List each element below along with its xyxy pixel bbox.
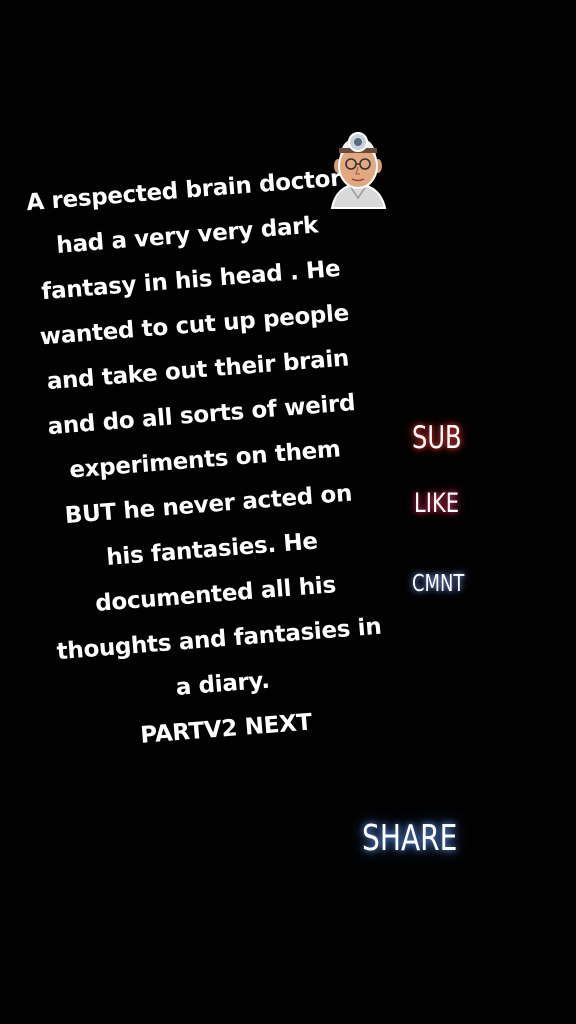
doctor-head-mirror-sticker-icon (328, 128, 388, 210)
sub-button[interactable]: SUB (412, 420, 462, 456)
story-text: A respected brain doctor had a very very… (0, 154, 422, 768)
share-button[interactable]: SHARE (362, 818, 457, 859)
like-button[interactable]: LIKE (414, 488, 459, 519)
comment-button[interactable]: CMNT (412, 571, 464, 597)
